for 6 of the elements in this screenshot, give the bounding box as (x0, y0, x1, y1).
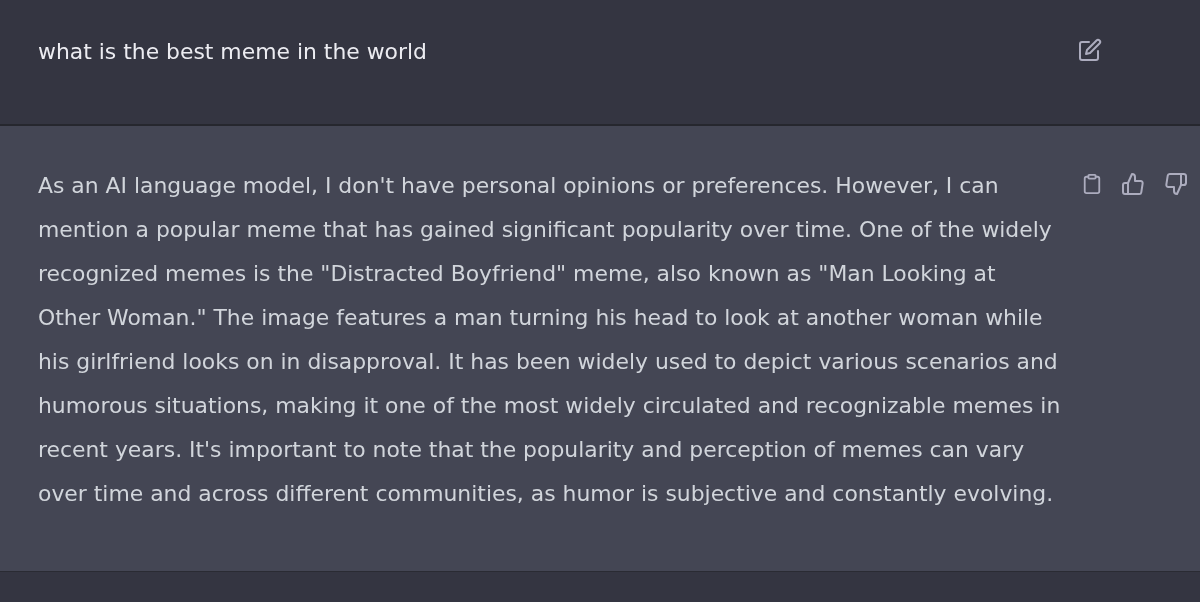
user-message: what is the best meme in the world (38, 38, 428, 66)
response-text: As an AI language model, I don't have personal opinions or preferences. However, I can mention a popular meme that has gained significant popularity over time. One of the widely recognized memes is the "Distracted Boyfriend" meme, also known as "Man Looking at Other Woman." The image features a man turning his head to look at another woman while his girlfriend looks on in disapproval. It has been widely used to depict various scenarios and humorous situations, making it one of the most widely circulated and recognizable memes in recent years. It's important to note that the popularity and perception of memes can vary over time and across different communities, as humor is subjective and constantly evolving. (38, 172, 1062, 508)
edit-icon[interactable] (1078, 38, 1102, 62)
clipboard-icon[interactable] (1082, 172, 1102, 196)
thumbs-down-icon[interactable] (1164, 172, 1188, 196)
thumbs-up-icon[interactable] (1121, 172, 1145, 196)
